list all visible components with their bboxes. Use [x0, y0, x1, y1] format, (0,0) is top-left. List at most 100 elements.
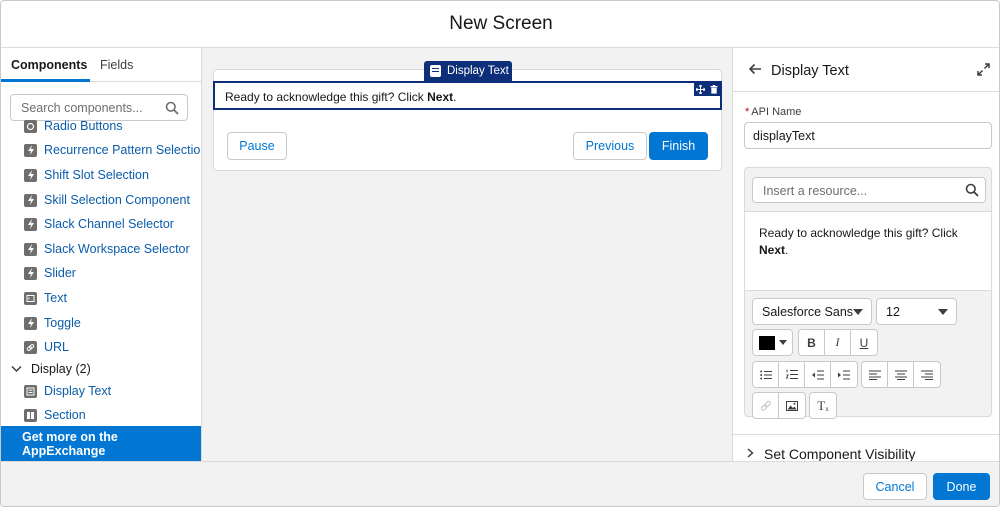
component-tag[interactable]: Display Text [424, 61, 512, 81]
list-item-text[interactable]: Text [24, 289, 67, 307]
component-tag-label: Display Text [447, 65, 509, 77]
tab-fields[interactable]: Fields [100, 58, 133, 72]
active-tab-indicator [1, 79, 90, 82]
list-item-display-text[interactable]: Display Text [24, 382, 111, 400]
underline-button[interactable]: U [851, 330, 877, 355]
clear-formatting-button[interactable]: Tx [810, 393, 836, 418]
align-right-icon[interactable] [914, 362, 940, 387]
indent-icon[interactable] [831, 362, 857, 387]
color-swatch-wrap [753, 330, 787, 355]
lightning-icon [24, 316, 37, 330]
caret-down-icon [779, 340, 787, 345]
font-family-value: Salesforce Sans [762, 305, 854, 319]
section-display-header[interactable]: Display (2) [11, 360, 91, 378]
display-text-bold: Next [427, 90, 454, 104]
modal: New Screen Components Fields Search comp… [0, 0, 1000, 507]
clear-format-group: Tx [809, 392, 837, 419]
move-icon[interactable] [696, 85, 706, 94]
display-text-component[interactable]: Ready to acknowledge this gift? Click Ne… [213, 81, 722, 110]
section-icon [24, 408, 37, 422]
tab-components[interactable]: Components [11, 58, 87, 72]
list-item-label: Slack Workspace Selector [44, 242, 190, 256]
align-left-icon[interactable] [862, 362, 888, 387]
insert-resource-input[interactable]: Insert a resource... [752, 177, 986, 203]
insert-group [752, 392, 806, 419]
list-item-section[interactable]: Section [24, 406, 86, 424]
list-item-shift-slot[interactable]: Shift Slot Selection [24, 166, 149, 184]
link-icon [24, 340, 37, 354]
list-item-label: Section [44, 408, 86, 422]
body-bold: Next [759, 243, 786, 257]
api-name-label: * API Name [745, 106, 801, 118]
modal-header: New Screen [1, 1, 999, 48]
appexchange-label: Get more on the AppExchange [22, 429, 118, 458]
body-prefix: Ready to acknowledge this gift? Click [759, 226, 958, 240]
clear-formatting-x: x [825, 404, 829, 413]
list-item-radio-buttons[interactable]: Radio Buttons [24, 117, 123, 135]
font-family-select[interactable]: Salesforce Sans [752, 298, 872, 325]
component-visibility-section[interactable]: Set Component Visibility [733, 434, 999, 461]
rich-text-content: Ready to acknowledge this gift? Click Ne… [759, 225, 979, 259]
display-text-icon [24, 384, 37, 398]
italic-button[interactable]: I [825, 330, 851, 355]
list-item-slack-channel[interactable]: Slack Channel Selector [24, 215, 174, 233]
text-field-icon [24, 291, 37, 305]
search-icon [165, 101, 179, 115]
delete-icon[interactable] [710, 85, 718, 94]
previous-button[interactable]: Previous [573, 132, 647, 160]
component-icon [24, 119, 37, 133]
list-item-url[interactable]: URL [24, 338, 69, 356]
numbered-list-icon[interactable] [779, 362, 805, 387]
search-placeholder: Search components... [21, 101, 143, 115]
lightning-icon [24, 193, 37, 207]
done-button[interactable]: Done [933, 473, 990, 500]
api-name-input[interactable]: displayText [744, 122, 992, 149]
list-item-recurrence[interactable]: Recurrence Pattern Selection [24, 141, 201, 159]
required-indicator: * [745, 106, 750, 118]
link-icon[interactable] [753, 393, 779, 418]
color-swatch [759, 335, 775, 350]
list-item-label: Slack Channel Selector [44, 217, 174, 231]
list-item-label: Radio Buttons [44, 119, 123, 133]
lightning-icon [24, 242, 37, 256]
rich-text-body[interactable]: Ready to acknowledge this gift? Click Ne… [745, 211, 991, 291]
modal-footer: Cancel Done [1, 461, 999, 506]
lightning-icon [24, 168, 37, 182]
list-item-slider[interactable]: Slider [24, 264, 76, 282]
pause-button[interactable]: Pause [227, 132, 287, 160]
list-item-skill-selection[interactable]: Skill Selection Component [24, 191, 190, 209]
lightning-icon [24, 266, 37, 280]
resource-placeholder: Insert a resource... [763, 184, 868, 198]
bulleted-list-icon[interactable] [753, 362, 779, 387]
image-icon[interactable] [779, 393, 805, 418]
outdent-icon[interactable] [805, 362, 831, 387]
finish-button[interactable]: Finish [649, 132, 708, 160]
component-visibility-label: Set Component Visibility [764, 446, 916, 461]
list-item-label: Slider [44, 266, 76, 280]
chevron-down-icon [11, 365, 22, 373]
api-name-label-text: API Name [751, 106, 802, 118]
caret-down-icon [853, 309, 863, 315]
list-item-label: Toggle [44, 316, 81, 330]
align-center-icon[interactable] [888, 362, 914, 387]
expand-icon[interactable] [977, 63, 990, 76]
align-group [861, 361, 941, 388]
list-item-label: Text [44, 291, 67, 305]
appexchange-link[interactable]: Get more on the AppExchange [1, 426, 201, 461]
list-item-label: Shift Slot Selection [44, 168, 149, 182]
search-icon [965, 183, 979, 197]
properties-header: Display Text [733, 48, 999, 92]
bold-button[interactable]: B [799, 330, 825, 355]
display-text-icon [430, 65, 441, 77]
font-size-select[interactable]: 12 [876, 298, 957, 325]
clear-formatting-label: T [817, 397, 826, 413]
properties-panel: Display Text * API Name displayText Inser… [732, 48, 999, 461]
text-color-picker[interactable] [752, 329, 793, 356]
display-text-suffix: . [453, 90, 457, 104]
back-arrow-icon[interactable] [748, 62, 762, 76]
cancel-button[interactable]: Cancel [863, 473, 927, 500]
list-item-toggle[interactable]: Toggle [24, 314, 81, 332]
list-item-label: Skill Selection Component [44, 193, 190, 207]
screen-canvas: Display Text Ready to acknowledge this g… [202, 48, 732, 461]
list-item-slack-workspace[interactable]: Slack Workspace Selector [24, 240, 190, 258]
